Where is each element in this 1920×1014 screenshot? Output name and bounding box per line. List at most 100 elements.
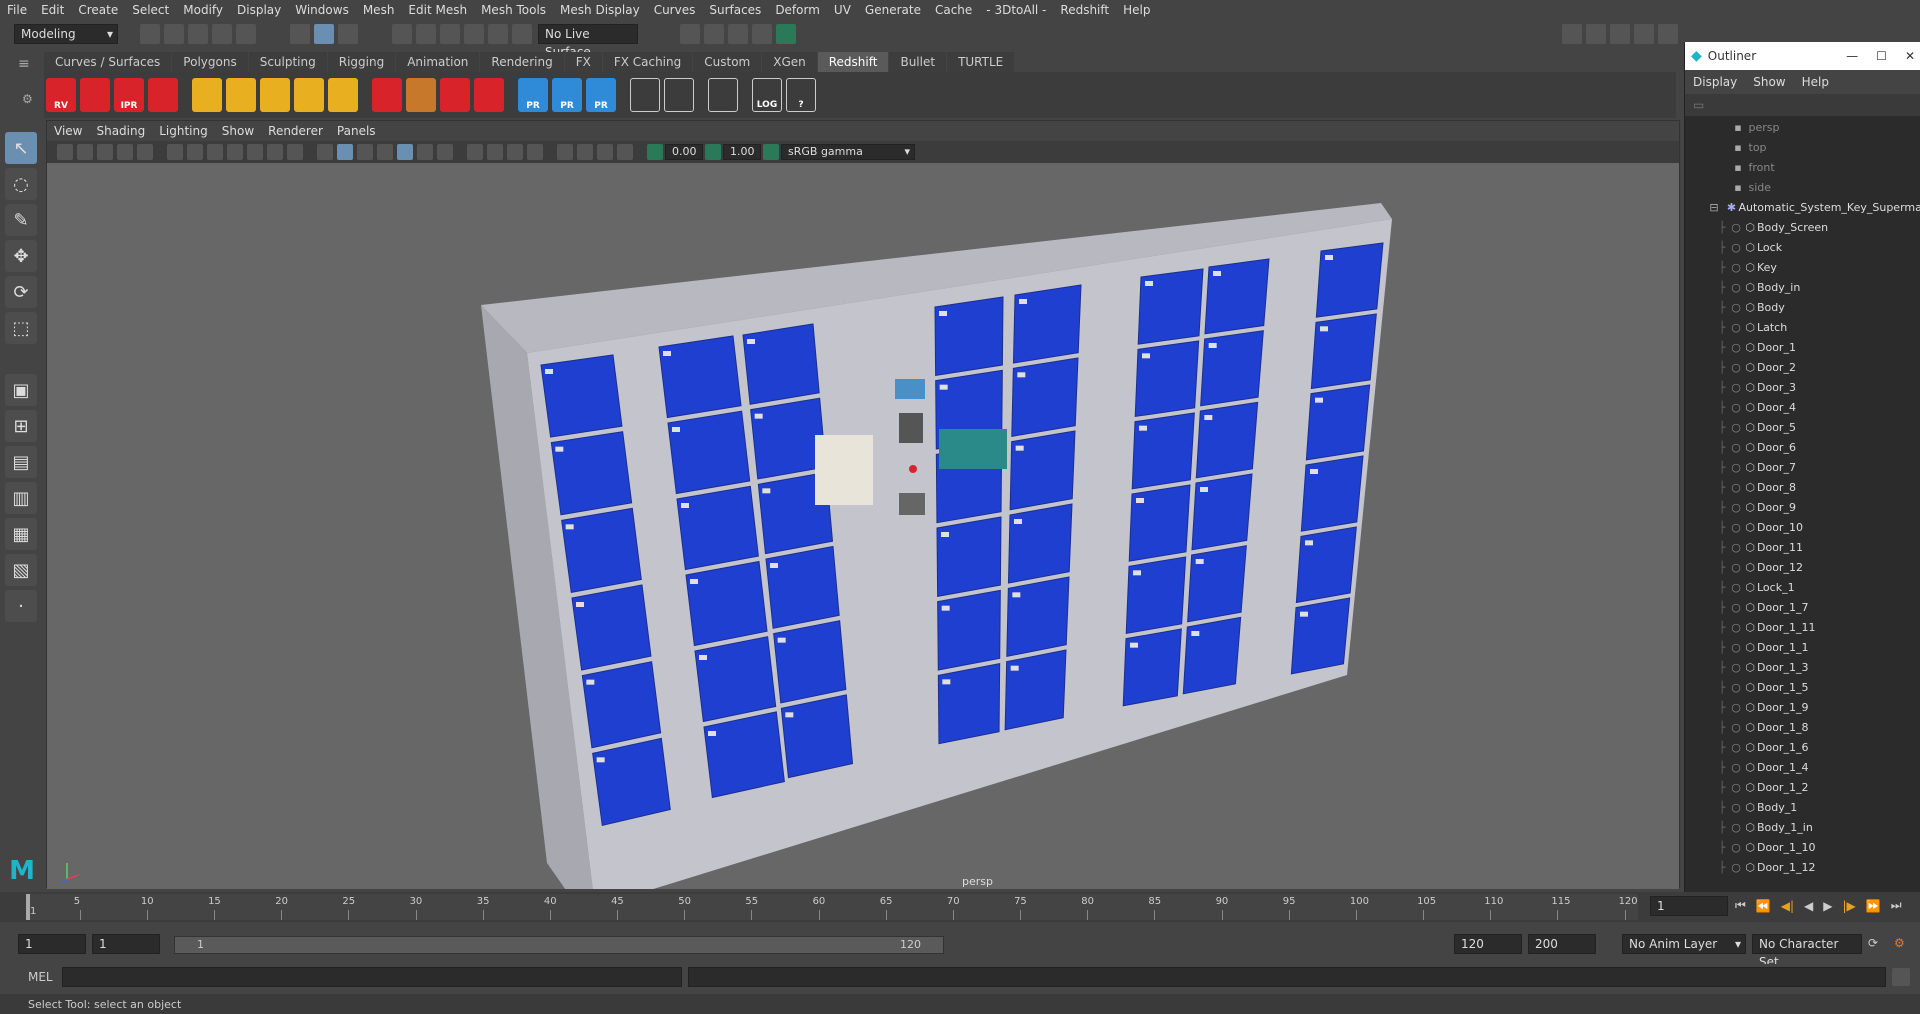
expand-icon[interactable]: ○: [1729, 458, 1743, 478]
modeling-toolkit-icon[interactable]: [1586, 24, 1606, 44]
step-back-icon[interactable]: ⏪: [1756, 899, 1771, 913]
minimize-icon[interactable]: —: [1846, 49, 1858, 63]
outliner-item[interactable]: ├ ○ ⬡ Door_1_11: [1685, 618, 1920, 638]
outliner-item[interactable]: ├ ○ ⬡ Door_1_5: [1685, 678, 1920, 698]
expand-icon[interactable]: ○: [1729, 658, 1743, 678]
smooth-shade-icon[interactable]: [337, 144, 353, 160]
render-current-icon[interactable]: [704, 24, 724, 44]
menu-item-uv[interactable]: UV: [827, 0, 858, 20]
persp-outliner-icon[interactable]: ▤: [5, 446, 37, 478]
expand-icon[interactable]: ○: [1729, 558, 1743, 578]
ipr-render-icon[interactable]: [728, 24, 748, 44]
anti-alias-icon[interactable]: [597, 144, 613, 160]
render-view-icon[interactable]: [680, 24, 700, 44]
shelf-tab-curves-surfaces[interactable]: Curves / Surfaces: [44, 52, 172, 72]
expand-icon[interactable]: ○: [1729, 338, 1743, 358]
mode-dropdown[interactable]: Modeling ▾: [14, 24, 118, 44]
snap-grid-icon[interactable]: [392, 24, 412, 44]
outliner-item[interactable]: ├ ○ ⬡ Door_8: [1685, 478, 1920, 498]
gamma-icon[interactable]: [705, 144, 721, 160]
expand-icon[interactable]: ○: [1729, 578, 1743, 598]
dome-light-icon[interactable]: [294, 78, 324, 112]
grid-squares-icon[interactable]: [226, 78, 256, 112]
render-settings-icon[interactable]: [148, 78, 178, 112]
collapse-toolbox-icon[interactable]: ·: [5, 590, 37, 622]
expand-icon[interactable]: ○: [1729, 478, 1743, 498]
shelf-tab-redshift[interactable]: Redshift: [817, 52, 889, 72]
range-start-field[interactable]: 1: [18, 934, 86, 954]
expand-icon[interactable]: ○: [1729, 358, 1743, 378]
filter-icon[interactable]: ▭: [1693, 98, 1704, 112]
sun-light-icon[interactable]: [328, 78, 358, 112]
outliner-item[interactable]: ├ ○ ⬡ Body_1_in: [1685, 818, 1920, 838]
shadows-icon[interactable]: [377, 144, 393, 160]
outliner-item[interactable]: ├ ○ ⬡ Door_9: [1685, 498, 1920, 518]
expand-icon[interactable]: ○: [1729, 638, 1743, 658]
expand-icon[interactable]: ○: [1729, 818, 1743, 838]
pr-swap-icon[interactable]: PR: [586, 78, 616, 112]
outliner-item[interactable]: ├ ○ ⬡ Door_1_4: [1685, 758, 1920, 778]
menu-item-file[interactable]: File: [0, 0, 34, 20]
outliner-item[interactable]: ├ ○ ⬡ Body_in: [1685, 278, 1920, 298]
panel-menu-lighting[interactable]: Lighting: [152, 121, 215, 141]
rotate-tool-icon[interactable]: ⟳: [5, 276, 37, 308]
outliner-menu-help[interactable]: Help: [1794, 70, 1837, 94]
menu-item-surfaces[interactable]: Surfaces: [702, 0, 768, 20]
persp-node-icon[interactable]: ▦: [5, 518, 37, 550]
go-to-end-icon[interactable]: ⏭: [1891, 898, 1902, 913]
menu-item-help[interactable]: Help: [1116, 0, 1157, 20]
shelf-tab-fx-caching[interactable]: FX Caching: [602, 52, 693, 72]
shelf-tab-rigging[interactable]: Rigging: [327, 52, 396, 72]
live-surface-field[interactable]: No Live Surface: [538, 24, 638, 59]
shelf-tab-animation[interactable]: Animation: [396, 52, 480, 72]
menu-item-curves[interactable]: Curves: [647, 0, 703, 20]
outliner-camera-persp[interactable]: ▪ persp: [1685, 118, 1920, 138]
sphere-material-icon[interactable]: [474, 78, 504, 112]
four-view-icon[interactable]: ⊞: [5, 410, 37, 442]
menu-item-windows[interactable]: Windows: [288, 0, 356, 20]
anim-prefs-icon[interactable]: ⚙: [1894, 936, 1905, 950]
outliner-item[interactable]: ├ ○ ⬡ Body_1: [1685, 798, 1920, 818]
outliner-item[interactable]: ├ ○ ⬡ Lock: [1685, 238, 1920, 258]
outliner-item[interactable]: ├ ○ ⬡ Door_1_7: [1685, 598, 1920, 618]
default-lighting-icon[interactable]: [357, 144, 373, 160]
expand-icon[interactable]: ○: [1729, 258, 1743, 278]
paint-select-tool-icon[interactable]: ✎: [5, 204, 37, 236]
safe-title-icon[interactable]: [287, 144, 303, 160]
collapse-icon[interactable]: ⊟: [1707, 198, 1721, 218]
exposure-icon[interactable]: [647, 144, 663, 160]
expand-icon[interactable]: ○: [1729, 218, 1743, 238]
menu-item-deform[interactable]: Deform: [768, 0, 827, 20]
shelf-tab-bullet[interactable]: Bullet: [889, 52, 947, 72]
time-track[interactable]: 5 10 15 20 25 30 35 40 45 50 55 60 65 70 75 80 85 90 95 100…: [26, 894, 1638, 920]
hair-icon[interactable]: [406, 78, 436, 112]
step-back-key-icon[interactable]: ◀|: [1781, 899, 1794, 913]
expand-icon[interactable]: ○: [1729, 618, 1743, 638]
rv-icon[interactable]: RV: [46, 78, 76, 112]
depth-of-field-icon[interactable]: [617, 144, 633, 160]
expand-icon[interactable]: ○: [1729, 598, 1743, 618]
panel-menu-shading[interactable]: Shading: [89, 121, 152, 141]
outliner-item[interactable]: ├ ○ ⬡ Door_1_8: [1685, 718, 1920, 738]
tool-settings-icon[interactable]: [1634, 24, 1654, 44]
motion-blur-icon[interactable]: [577, 144, 593, 160]
camera-select-icon[interactable]: [57, 144, 73, 160]
panel-menu-view[interactable]: View: [47, 121, 89, 141]
ambient-occlusion-icon[interactable]: [437, 144, 453, 160]
bowl-2-icon[interactable]: [664, 78, 694, 112]
outliner-item[interactable]: ├ ○ ⬡ Door_5: [1685, 418, 1920, 438]
outliner-item[interactable]: ├ ○ ⬡ Door_1_10: [1685, 838, 1920, 858]
menu-item-edit-mesh[interactable]: Edit Mesh: [401, 0, 474, 20]
expand-icon[interactable]: ○: [1729, 318, 1743, 338]
move-tool-icon[interactable]: ✥: [5, 240, 37, 272]
anim-layer-dropdown[interactable]: No Anim Layer ▾: [1622, 934, 1746, 954]
pr-arrow-icon[interactable]: PR: [552, 78, 582, 112]
gamma-field[interactable]: 1.00: [723, 144, 761, 160]
snap-view-icon[interactable]: [464, 24, 484, 44]
expand-icon[interactable]: ○: [1729, 438, 1743, 458]
shelf-tab-custom[interactable]: Custom: [693, 52, 762, 72]
shelf-tab-polygons[interactable]: Polygons: [172, 52, 248, 72]
save-scene-icon[interactable]: [188, 24, 208, 44]
select-component-icon[interactable]: [338, 24, 358, 44]
scale-tool-icon[interactable]: ⬚: [5, 312, 37, 344]
